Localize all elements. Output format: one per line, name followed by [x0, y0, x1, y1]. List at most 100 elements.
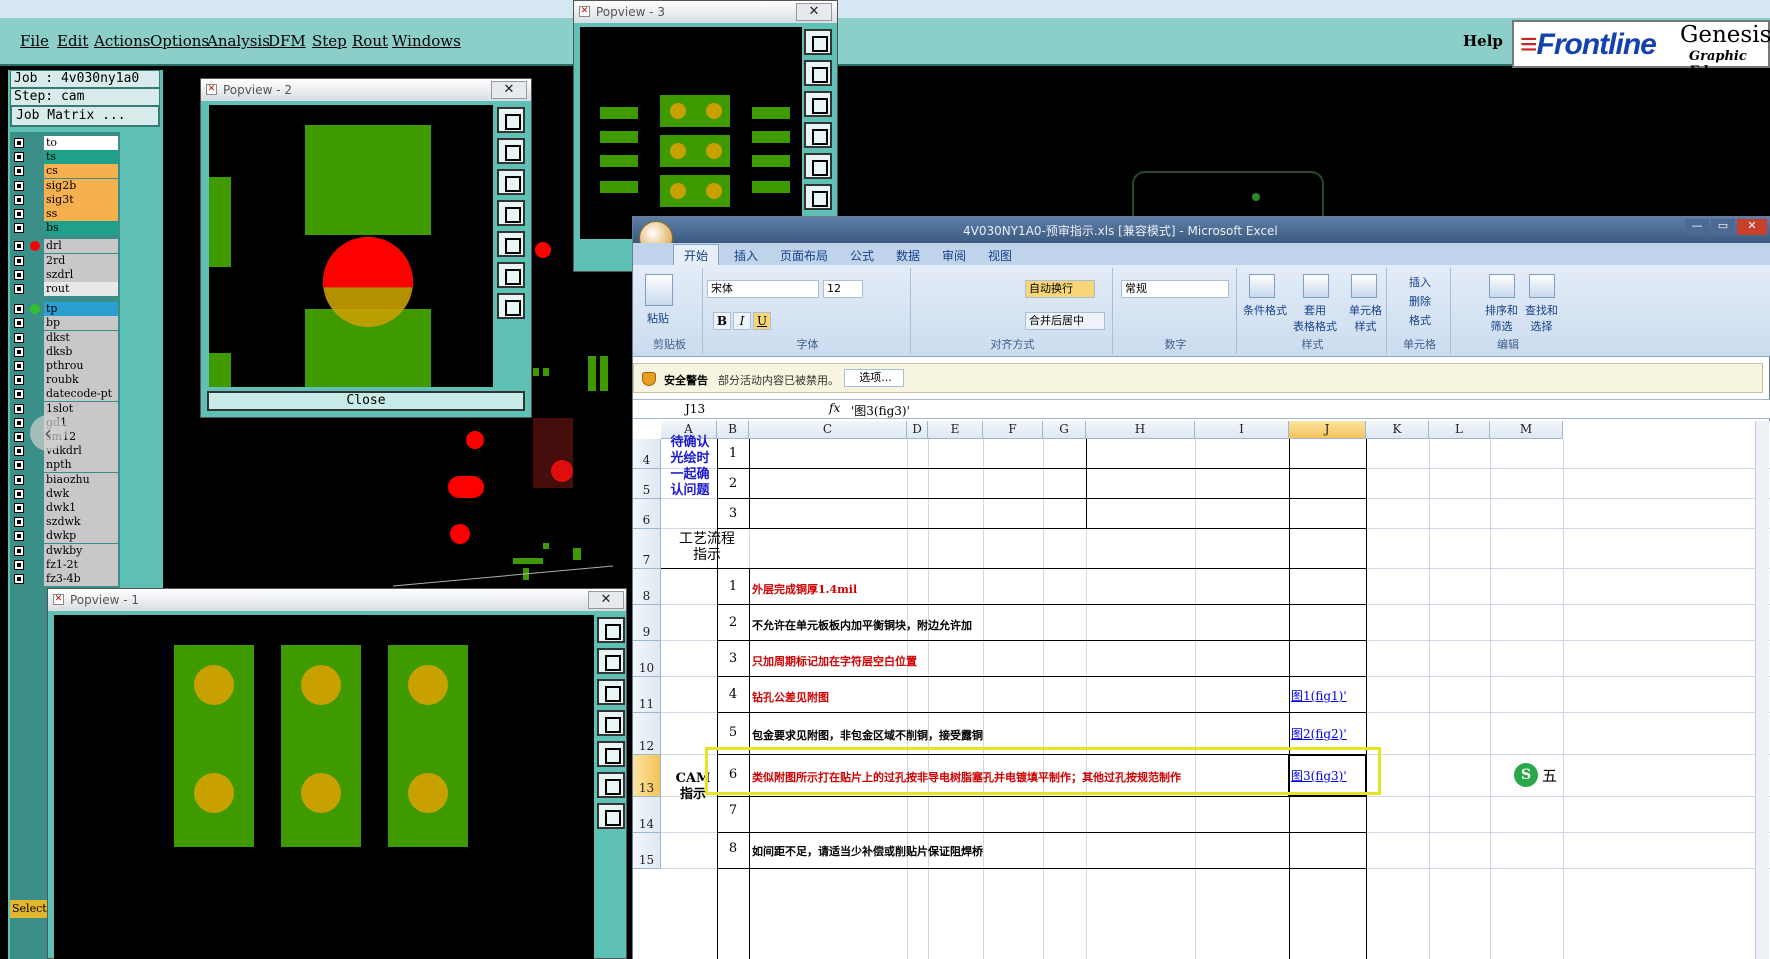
row-header-10[interactable]: 10 [633, 641, 661, 677]
layer-checkbox[interactable] [14, 346, 24, 357]
popview-1-close-icon[interactable]: ✕ [588, 591, 624, 609]
paste-icon[interactable] [645, 274, 673, 306]
menu-actions[interactable]: Actions [94, 32, 150, 50]
figure-link[interactable]: 图1(fig1)' [1291, 687, 1347, 704]
bold-button[interactable]: B [713, 312, 731, 330]
pan-left-icon[interactable] [497, 200, 525, 226]
layer-row[interactable]: szdwk [10, 515, 120, 530]
formula-input[interactable]: '图3(fig3)' [851, 402, 910, 419]
layer-checkbox[interactable] [14, 432, 24, 442]
tab-home[interactable]: 开始 [673, 244, 720, 266]
layer-row[interactable]: tp [10, 302, 120, 317]
menu-help[interactable]: Help [1463, 32, 1503, 50]
column-header-l[interactable]: L [1429, 421, 1490, 439]
layer-checkbox[interactable] [14, 460, 24, 471]
zoom-out-icon[interactable] [497, 293, 525, 319]
layer-name[interactable]: bs [44, 221, 118, 236]
zoom-fit-icon[interactable] [597, 617, 625, 643]
worksheet-grid[interactable]: A B C D E F G H I J K L M 4 5 6 7 8 9 10 11 12 13 14 15 待确认 光绘时 一… [633, 421, 1770, 959]
layer-checkbox[interactable] [14, 332, 24, 343]
layer-checkbox[interactable] [14, 474, 24, 485]
layer-checkbox[interactable] [14, 375, 24, 386]
layer-checkbox[interactable] [14, 304, 24, 315]
menu-analysis[interactable]: Analysis [207, 32, 270, 50]
layer-row[interactable]: bp [10, 316, 120, 331]
layer-row[interactable]: rout [10, 282, 120, 296]
layer-checkbox[interactable] [14, 241, 24, 252]
font-name-select[interactable]: 宋体 [707, 280, 819, 298]
pan-right-icon[interactable] [497, 231, 525, 257]
zoom-in-icon[interactable] [597, 772, 625, 798]
layer-name[interactable]: cs [44, 164, 118, 179]
layer-checkbox[interactable] [14, 574, 24, 584]
layer-checkbox[interactable] [14, 403, 24, 414]
delete-cells-button[interactable]: 删除 [1409, 293, 1431, 309]
layer-name[interactable]: 1slot [44, 401, 118, 416]
conditional-format-icon[interactable] [1249, 274, 1275, 298]
layer-checkbox[interactable] [14, 255, 24, 266]
layer-name[interactable]: szdwk [44, 515, 118, 530]
close-icon[interactable]: ✕ [1737, 219, 1767, 235]
layer-row[interactable]: biaozhu [10, 472, 120, 487]
font-size-select[interactable]: 12 [823, 280, 863, 298]
row-header-8[interactable]: 8 [633, 569, 661, 605]
layer-row[interactable]: sig2b [10, 178, 120, 193]
column-header-h[interactable]: H [1086, 421, 1195, 439]
layer-row[interactable]: ts [10, 150, 120, 165]
layer-name[interactable]: roubk [44, 373, 118, 388]
italic-button[interactable]: I [733, 312, 751, 330]
layer-row[interactable]: to [10, 136, 120, 150]
layer-checkbox[interactable] [14, 180, 24, 191]
layer-checkbox[interactable] [14, 545, 24, 556]
row-header-14[interactable]: 14 [633, 797, 661, 833]
layer-row[interactable]: ss [10, 207, 120, 221]
find-select-icon[interactable] [1529, 274, 1555, 298]
job-matrix-button[interactable]: Job Matrix ... [10, 105, 160, 127]
layer-row[interactable]: dwkby [10, 543, 120, 558]
layer-row[interactable]: fz1-2t [10, 557, 120, 572]
pan-down-icon[interactable] [597, 679, 625, 705]
pan-down-icon[interactable] [497, 169, 525, 195]
layer-checkbox[interactable] [14, 361, 24, 371]
maximize-icon[interactable]: ▭ [1711, 219, 1735, 235]
popview-2-close-icon[interactable]: ✕ [491, 81, 527, 99]
layer-row[interactable]: vdkdrl [10, 444, 120, 459]
layer-name[interactable]: npth [44, 458, 118, 473]
format-cells-button[interactable]: 格式 [1409, 312, 1431, 328]
layer-name[interactable]: biaozhu [44, 472, 118, 487]
layer-row[interactable]: szdrl [10, 267, 120, 282]
wrap-text-button[interactable]: 自动换行 [1025, 280, 1095, 298]
menu-dfm[interactable]: DFM [268, 32, 306, 50]
merge-center-button[interactable]: 合并后居中 [1025, 312, 1105, 330]
vertical-scrollbar[interactable] [1755, 421, 1769, 959]
layer-checkbox[interactable] [14, 559, 24, 570]
column-header-e[interactable]: E [928, 421, 983, 439]
layer-name[interactable]: to [44, 136, 118, 150]
layer-row[interactable]: 1slot [10, 401, 120, 416]
row-header-11[interactable]: 11 [633, 677, 661, 713]
layer-row[interactable]: 2rd [10, 253, 120, 268]
pan-right-icon[interactable] [804, 153, 832, 179]
security-options-button[interactable]: 选项... [844, 369, 904, 387]
layer-row[interactable]: datecode-pt [10, 387, 120, 402]
fx-icon[interactable]: fx [829, 401, 840, 415]
layer-checkbox[interactable] [14, 417, 24, 428]
menu-rout[interactable]: Rout [352, 32, 388, 50]
column-header-d[interactable]: D [907, 421, 928, 439]
tab-data[interactable]: 数据 [896, 247, 920, 264]
layer-row[interactable]: npth [10, 458, 120, 473]
layer-row[interactable]: cs [10, 164, 120, 179]
column-header-j[interactable]: J [1289, 421, 1366, 439]
tab-insert[interactable]: 插入 [734, 247, 758, 264]
row-header-6[interactable]: 6 [633, 499, 661, 529]
row-header-13[interactable]: 13 [633, 755, 661, 797]
menu-edit[interactable]: Edit [57, 32, 88, 50]
tab-review[interactable]: 审阅 [942, 247, 966, 264]
pan-up-icon[interactable] [497, 138, 525, 164]
tab-view[interactable]: 视图 [988, 247, 1012, 264]
popview-3-canvas[interactable] [580, 27, 802, 239]
layer-checkbox[interactable] [14, 503, 24, 513]
layer-checkbox[interactable] [14, 138, 24, 148]
layer-name[interactable]: fz1-2t [44, 557, 118, 572]
row-header-9[interactable]: 9 [633, 605, 661, 641]
